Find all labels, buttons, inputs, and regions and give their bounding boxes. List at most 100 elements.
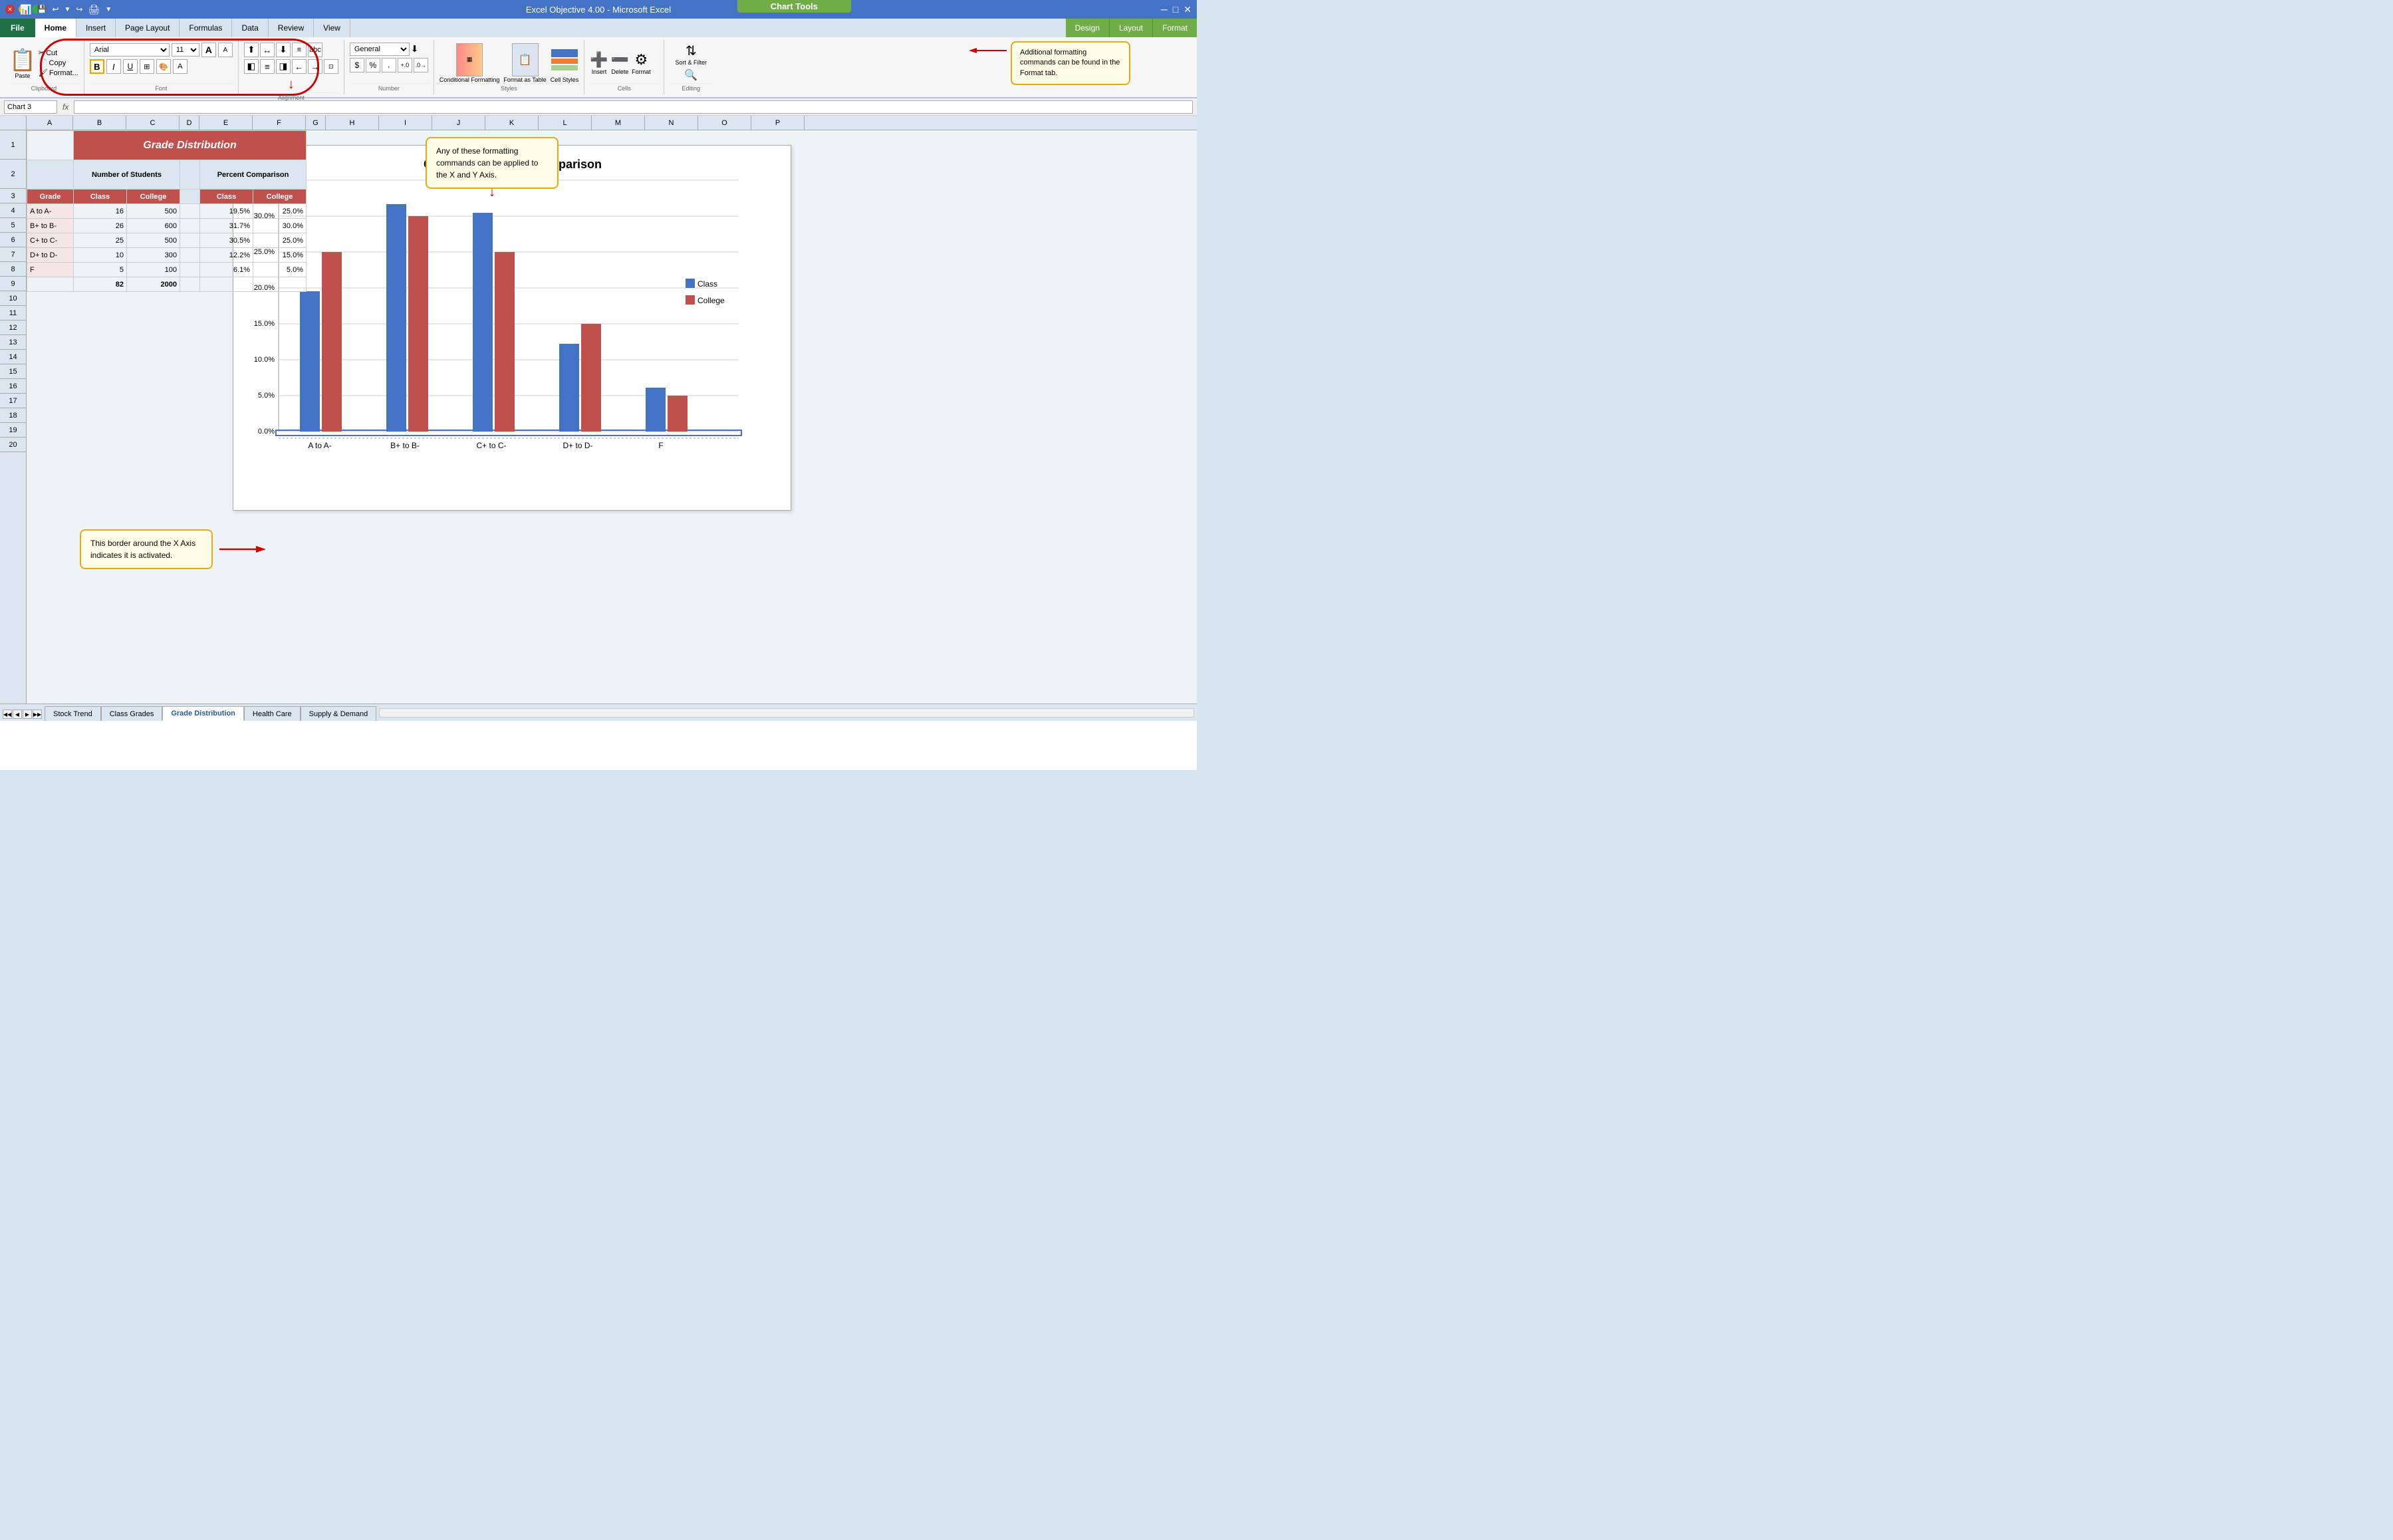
- cell-styles-button[interactable]: Cell Styles: [551, 43, 579, 83]
- cut-button[interactable]: ✂ Cut: [39, 49, 78, 57]
- col-header-h[interactable]: H: [326, 116, 379, 130]
- cell-pctclass-4[interactable]: 19.5%: [200, 204, 253, 219]
- decrease-indent-button[interactable]: ←: [292, 59, 307, 74]
- tab-file[interactable]: File: [0, 19, 35, 37]
- cell-pctcollege-6[interactable]: 25.0%: [253, 233, 307, 248]
- italic-button[interactable]: I: [106, 59, 121, 74]
- cell-numstudents[interactable]: Number of Students: [74, 160, 180, 190]
- row-header-13[interactable]: 13: [0, 335, 26, 350]
- col-header-k[interactable]: K: [485, 116, 539, 130]
- row-header-17[interactable]: 17: [0, 394, 26, 408]
- cell-grade-5[interactable]: B+ to B-: [27, 219, 74, 233]
- row-header-15[interactable]: 15: [0, 364, 26, 379]
- insert-cells-button[interactable]: ➕ Insert: [590, 51, 608, 75]
- col-header-f[interactable]: F: [253, 116, 306, 130]
- cell-title[interactable]: Grade Distribution: [74, 131, 307, 160]
- orientation-button[interactable]: abc: [308, 43, 322, 57]
- cell-pctclass-6[interactable]: 30.5%: [200, 233, 253, 248]
- formula-input[interactable]: [74, 100, 1193, 114]
- number-format-expand[interactable]: ⬇: [411, 44, 418, 55]
- cell-d2[interactable]: [180, 160, 200, 190]
- cell-class-5[interactable]: 26: [74, 219, 127, 233]
- row-header-4[interactable]: 4: [0, 203, 26, 218]
- minimize-btn[interactable]: ─: [1161, 4, 1168, 15]
- undo-dropdown-icon[interactable]: ▼: [64, 6, 70, 13]
- cell-class-6[interactable]: 25: [74, 233, 127, 248]
- tab-design[interactable]: Design: [1066, 19, 1110, 37]
- align-left-button[interactable]: ◧: [244, 59, 259, 74]
- cell-college-7[interactable]: 300: [127, 248, 180, 263]
- cell-grade-7[interactable]: D+ to D-: [27, 248, 74, 263]
- align-center-button[interactable]: ≡: [260, 59, 275, 74]
- col-header-a[interactable]: A: [27, 116, 73, 130]
- row-header-19[interactable]: 19: [0, 423, 26, 438]
- cell-d9[interactable]: [180, 277, 200, 292]
- align-middle-button[interactable]: ↔: [260, 43, 275, 57]
- cell-college-8[interactable]: 100: [127, 263, 180, 277]
- align-right-button[interactable]: ◨: [276, 59, 291, 74]
- cell-d8[interactable]: [180, 263, 200, 277]
- increase-indent-button[interactable]: →: [308, 59, 322, 74]
- cell-grade-4[interactable]: A to A-: [27, 204, 74, 219]
- font-family-dropdown[interactable]: Arial: [90, 43, 170, 57]
- col-header-o[interactable]: O: [698, 116, 751, 130]
- cell-pctclass-8[interactable]: 6.1%: [200, 263, 253, 277]
- align-bottom-button[interactable]: ⬇: [276, 43, 291, 57]
- number-format-dropdown[interactable]: General: [350, 43, 410, 56]
- row-header-2[interactable]: 2: [0, 160, 26, 189]
- delete-cells-button[interactable]: ➖ Delete: [611, 51, 629, 75]
- format-painter-button[interactable]: 🖌 Format...: [39, 68, 78, 77]
- row-header-18[interactable]: 18: [0, 408, 26, 423]
- col-header-n[interactable]: N: [645, 116, 698, 130]
- increase-font-button[interactable]: A: [201, 43, 216, 57]
- conditional-formatting-button[interactable]: ▦ Conditional Formatting: [440, 43, 500, 83]
- align-top-button[interactable]: ⬆: [244, 43, 259, 57]
- cell-d3[interactable]: [180, 190, 200, 204]
- increase-decimal-button[interactable]: +.0: [398, 58, 412, 72]
- col-header-d[interactable]: D: [180, 116, 199, 130]
- col-header-l[interactable]: L: [539, 116, 592, 130]
- cell-grade-8[interactable]: F: [27, 263, 74, 277]
- undo-icon[interactable]: ↩: [52, 5, 59, 14]
- restore-btn[interactable]: □: [1173, 4, 1178, 15]
- currency-button[interactable]: $: [350, 58, 364, 72]
- cell-d4[interactable]: [180, 204, 200, 219]
- cell-college-total[interactable]: 2000: [127, 277, 180, 292]
- sort-filter-button[interactable]: ⇅ Sort & Filter: [676, 43, 707, 66]
- tab-formulas[interactable]: Formulas: [180, 19, 232, 37]
- cell-college-header[interactable]: College: [127, 190, 180, 204]
- col-header-j[interactable]: J: [432, 116, 485, 130]
- format-as-table-button[interactable]: 📋 Format as Table: [503, 43, 546, 83]
- cell-pct-college-header[interactable]: College: [253, 190, 307, 204]
- bold-button[interactable]: B: [90, 59, 104, 74]
- horizontal-scrollbar[interactable]: [379, 708, 1194, 717]
- tab-layout[interactable]: Layout: [1110, 19, 1153, 37]
- cell-class-7[interactable]: 10: [74, 248, 127, 263]
- col-header-e[interactable]: E: [199, 116, 253, 130]
- row-header-10[interactable]: 10: [0, 291, 26, 306]
- tab-insert[interactable]: Insert: [76, 19, 116, 37]
- tab-last-button[interactable]: ▶▶: [33, 709, 42, 719]
- tab-grade-distribution[interactable]: Grade Distribution: [162, 706, 244, 721]
- row-header-7[interactable]: 7: [0, 247, 26, 262]
- tab-home[interactable]: Home: [35, 19, 76, 37]
- fill-color-button[interactable]: 🎨: [156, 59, 171, 74]
- cell-pctcollege-8[interactable]: 5.0%: [253, 263, 307, 277]
- close-btn[interactable]: ✕: [1184, 4, 1192, 15]
- copy-button[interactable]: 📄 Copy: [39, 59, 78, 67]
- underline-button[interactable]: U: [123, 59, 138, 74]
- comma-button[interactable]: ,: [382, 58, 396, 72]
- cell-d5[interactable]: [180, 219, 200, 233]
- cell-e9[interactable]: [200, 277, 253, 292]
- cell-pct-class-header[interactable]: Class: [200, 190, 253, 204]
- chart-container[interactable]: Grade Distribution Comparison 0.0% 5.0% …: [233, 145, 791, 511]
- cell-pctcollege-5[interactable]: 30.0%: [253, 219, 307, 233]
- cell-pctclass-5[interactable]: 31.7%: [200, 219, 253, 233]
- merge-center-button[interactable]: ⊡: [324, 59, 338, 74]
- col-header-m[interactable]: M: [592, 116, 645, 130]
- cell-pctcomp[interactable]: Percent Comparison: [200, 160, 307, 190]
- row-header-5[interactable]: 5: [0, 218, 26, 233]
- tab-stock-trend[interactable]: Stock Trend: [45, 706, 101, 721]
- row-header-20[interactable]: 20: [0, 438, 26, 452]
- cell-a9[interactable]: [27, 277, 74, 292]
